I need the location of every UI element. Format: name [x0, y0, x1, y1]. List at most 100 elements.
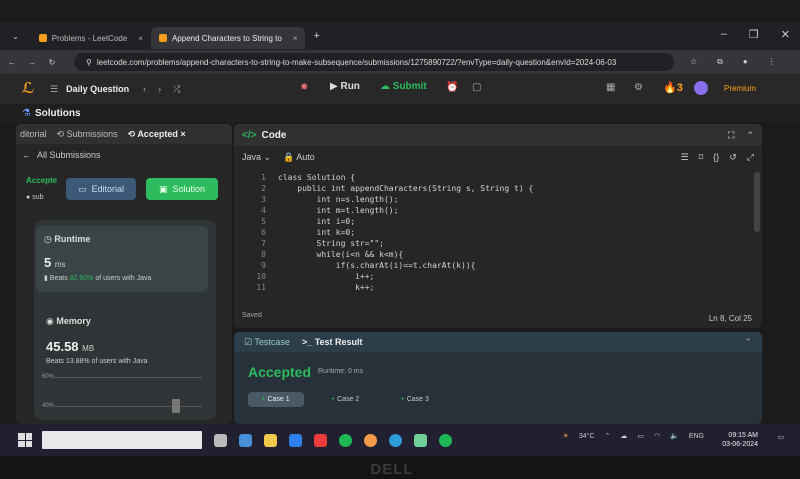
- back-icon[interactable]: ←: [4, 58, 20, 67]
- premium-link[interactable]: Premium: [724, 84, 756, 93]
- bookmark-star-icon[interactable]: ☆: [690, 57, 697, 67]
- memory-value: 45.58 MB: [46, 339, 95, 354]
- all-submissions-link[interactable]: ← All Submissions: [16, 144, 232, 166]
- post-icon: ▣: [158, 183, 168, 194]
- browser-tab-append[interactable]: Append Characters to String to ×: [150, 27, 306, 49]
- task-view-icon[interactable]: [214, 433, 227, 447]
- clock-date: 03-06-2024: [722, 441, 758, 448]
- close-icon[interactable]: ×: [138, 34, 143, 43]
- weather-icon[interactable]: ☀: [563, 432, 569, 440]
- tab-submissions[interactable]: ⟲ Submissions: [57, 129, 118, 140]
- collapse-icon[interactable]: ⌃: [746, 130, 754, 141]
- runtime-beats: ▮ Beats 82.60% of users with Java: [44, 275, 152, 282]
- leetcode-logo-icon[interactable]: ℒ: [18, 79, 38, 99]
- chrome-icon[interactable]: [364, 433, 377, 447]
- close-icon[interactable]: ×: [293, 34, 298, 43]
- distribution-bar[interactable]: [172, 399, 180, 413]
- tab-testcase[interactable]: ☑ Testcase: [244, 337, 290, 348]
- run-button[interactable]: ▶ Run: [330, 81, 360, 92]
- code-line: 6 int k=0;: [261, 228, 356, 237]
- store-icon[interactable]: [414, 433, 427, 447]
- minimize-icon[interactable]: –: [721, 28, 727, 41]
- fullscreen-icon[interactable]: ⤢: [747, 152, 754, 163]
- bookmark-icon[interactable]: ⌑: [699, 152, 704, 163]
- wifi-icon[interactable]: ◠: [654, 432, 660, 440]
- language-select[interactable]: Java ⌄: [242, 152, 271, 163]
- case-tab-2[interactable]: • Case 2: [318, 392, 374, 407]
- avatar[interactable]: [694, 81, 708, 95]
- code-editor[interactable]: 1 class Solution { 2 public int appendCha…: [242, 172, 533, 293]
- list-icon[interactable]: ☰: [50, 84, 58, 95]
- battery-icon[interactable]: ▭: [637, 432, 644, 440]
- reset-icon[interactable]: ↺: [729, 152, 737, 163]
- profile-icon[interactable]: ●: [743, 57, 748, 67]
- braces-icon[interactable]: {}: [713, 152, 719, 163]
- edge-icon[interactable]: [389, 433, 402, 447]
- temperature[interactable]: 34°C: [579, 433, 595, 440]
- case-tab-3[interactable]: • Case 3: [387, 392, 443, 407]
- editorial-button[interactable]: ▭ Editorial: [66, 178, 136, 200]
- case-tab-1[interactable]: • Case 1: [248, 392, 304, 407]
- spotify-icon[interactable]: [439, 433, 452, 447]
- code-line: 4 int m=t.length();: [261, 206, 399, 215]
- prev-question-icon[interactable]: ‹: [143, 84, 146, 94]
- browser-actions: ☆ ⧉ ● ⋮: [690, 57, 776, 67]
- file-explorer-icon[interactable]: [264, 433, 277, 447]
- windows-start-icon[interactable]: [18, 433, 32, 447]
- runtime-card[interactable]: ◷ Runtime 5 ms ▮ Beats 82.60% of users w…: [36, 226, 208, 292]
- timer-icon[interactable]: ⏰: [446, 82, 458, 93]
- language-indicator[interactable]: ENG: [689, 433, 704, 440]
- maximize-icon[interactable]: ⛶: [728, 130, 734, 141]
- tab-editorial[interactable]: ditorial: [20, 129, 47, 139]
- taskbar-clock[interactable]: 09:15 AM 03-06-2024: [722, 431, 758, 449]
- taskbar-search-input[interactable]: [42, 431, 202, 449]
- photos-icon[interactable]: [239, 433, 252, 447]
- site-info-icon[interactable]: ⚲: [86, 58, 92, 67]
- tab-search-icon[interactable]: ⌄: [12, 32, 19, 41]
- browser-tab-problems[interactable]: Problems - LeetCode ×: [31, 27, 151, 49]
- shuffle-icon[interactable]: ⤮: [173, 84, 180, 95]
- tray-chevron-icon[interactable]: ⌃: [605, 432, 611, 440]
- forward-icon[interactable]: →: [24, 58, 40, 67]
- notes-icon[interactable]: ▢: [472, 82, 481, 93]
- youtube-icon[interactable]: [314, 433, 327, 447]
- next-question-icon[interactable]: ›: [158, 84, 161, 94]
- code-line: 8 while(i<n && k<m){: [261, 250, 404, 259]
- spotify-icon[interactable]: [339, 433, 352, 447]
- code-line: 3 int n=s.length();: [261, 195, 399, 204]
- cloud-icon[interactable]: ☁: [620, 432, 627, 440]
- submitter-user[interactable]: ● sub: [26, 194, 43, 201]
- auto-mode[interactable]: 🔒 Auto: [283, 152, 315, 163]
- extensions-icon[interactable]: ⧉: [717, 57, 723, 67]
- address-bar-row: ← → ↻ ⚲ leetcode.com/problems/append-cha…: [0, 50, 800, 74]
- collapse-icon[interactable]: ⌃: [744, 337, 752, 348]
- volume-icon[interactable]: 🔈: [670, 432, 679, 440]
- menu-icon[interactable]: ⋮: [768, 57, 776, 67]
- solutions-bar[interactable]: ⚗ Solutions: [0, 104, 800, 122]
- flask-icon: ⚗: [22, 107, 31, 119]
- settings-gear-icon[interactable]: ⚙: [634, 82, 643, 93]
- result-status: Accepted: [248, 364, 312, 380]
- url-field[interactable]: ⚲ leetcode.com/problems/append-character…: [74, 53, 674, 71]
- debug-icon[interactable]: ✸: [300, 82, 308, 93]
- mail-icon[interactable]: [289, 433, 302, 447]
- daily-question-label[interactable]: Daily Question: [66, 84, 129, 94]
- editor-scrollbar[interactable]: [754, 172, 760, 232]
- close-window-icon[interactable]: ✕: [781, 28, 790, 41]
- tab-accepted[interactable]: ⟲ Accepted ×: [128, 129, 186, 140]
- layout-icon[interactable]: ▦: [606, 82, 615, 93]
- new-tab-icon[interactable]: +: [313, 30, 319, 42]
- format-icon[interactable]: ☰: [681, 152, 689, 163]
- dell-logo: DELL: [370, 461, 414, 478]
- submit-button[interactable]: ☁ Submit: [380, 81, 427, 92]
- tab-test-result[interactable]: >_ Test Result: [302, 337, 363, 347]
- reload-icon[interactable]: ↻: [44, 58, 60, 67]
- notifications-icon[interactable]: ▭: [777, 433, 784, 441]
- code-line: 1 class Solution {: [261, 173, 356, 182]
- accepted-status: Accepte: [26, 176, 58, 185]
- restore-icon[interactable]: ❐: [749, 28, 759, 41]
- saved-status: Saved: [242, 312, 262, 319]
- streak-counter[interactable]: 🔥3: [663, 81, 683, 94]
- memory-card[interactable]: ◉ Memory 45.58 MB Beats 13.88% of users …: [36, 304, 206, 365]
- solution-button[interactable]: ▣ Solution: [146, 178, 218, 200]
